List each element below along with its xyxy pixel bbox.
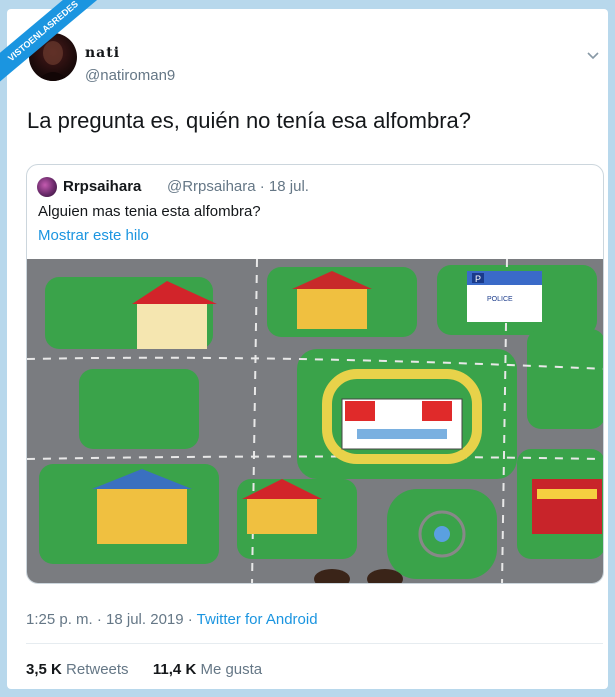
user-handle[interactable]: @natiroman9 [85,67,175,84]
parking-label: P [475,274,481,284]
chevron-down-icon[interactable] [585,47,601,63]
retweets-label: Retweets [66,661,129,678]
quoted-avatar[interactable] [37,177,57,197]
quoted-display-name[interactable]: Rrpsaihara [63,178,141,195]
source-link[interactable]: Twitter for Android [197,611,318,628]
tweet-timestamp[interactable]: 1:25 p. m. · 18 jul. 2019 · Twitter for … [26,611,318,628]
rug-photo[interactable]: POLICE P [27,259,604,584]
engagement-stats: 3,5 K Retweets 11,4 K Me gusta [26,661,262,678]
retweets-count: 3,5 K [26,661,62,678]
divider [26,643,603,644]
quoted-text: Alguien mas tenia esta alfombra? [38,203,261,220]
tweet-card: nati @natiroman9 La pregunta es, quién n… [7,9,608,689]
retweets-stat[interactable]: 3,5 K Retweets [26,661,129,678]
likes-count: 11,4 K [152,661,197,678]
display-name[interactable]: nati [85,45,120,61]
likes-stat[interactable]: 11,4 K Me gusta [153,661,262,678]
show-thread-link[interactable]: Mostrar este hilo [38,227,149,244]
quoted-handle-date: @Rrpsaihara · 18 jul. [167,178,309,195]
police-label: POLICE [487,296,513,303]
likes-label: Me gusta [200,661,263,678]
quoted-tweet[interactable]: Rrpsaihara @Rrpsaihara · 18 jul. Alguien… [26,164,604,584]
tweet-text: La pregunta es, quién no tenía esa alfom… [27,108,471,133]
timestamp-text[interactable]: 1:25 p. m. · 18 jul. 2019 · [26,611,197,628]
